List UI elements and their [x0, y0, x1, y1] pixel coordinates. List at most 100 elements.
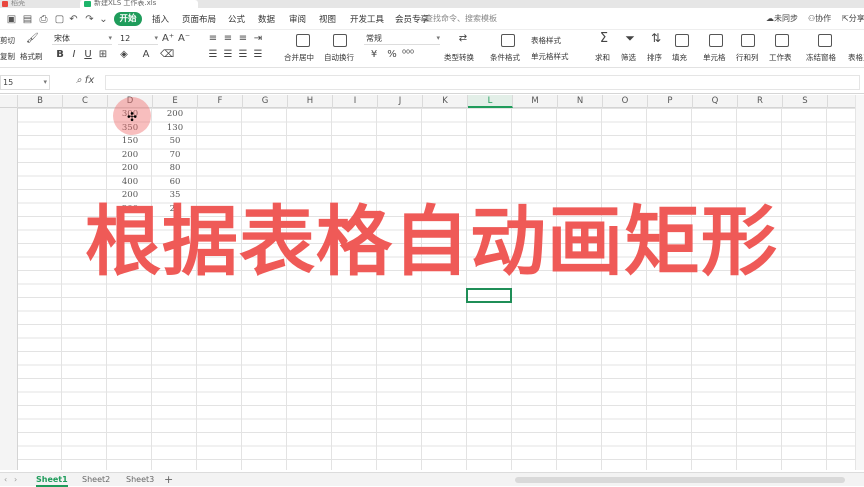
- row-col-button[interactable]: 行和列: [736, 52, 759, 63]
- nav-first-icon[interactable]: ‹: [4, 475, 7, 484]
- align-top-icon[interactable]: ≡: [207, 33, 219, 44]
- menu-data[interactable]: 数据: [258, 13, 275, 25]
- fill-button[interactable]: 填充: [672, 52, 687, 63]
- border-icon[interactable]: ⊞: [97, 49, 109, 60]
- align-center-icon[interactable]: ☰: [222, 49, 234, 60]
- clear-icon[interactable]: ⌫: [160, 49, 174, 60]
- cell-e-2[interactable]: 130: [153, 122, 197, 136]
- cell-button[interactable]: 单元格: [703, 52, 726, 63]
- add-sheet-icon[interactable]: +: [164, 473, 173, 486]
- indent-icon[interactable]: ⇥: [252, 33, 264, 44]
- thousands-icon[interactable]: ⁰⁰⁰: [402, 49, 414, 60]
- align-bottom-icon[interactable]: ≡: [237, 33, 249, 44]
- cell-d-6[interactable]: 400: [108, 176, 152, 190]
- cell-d-4[interactable]: 200: [108, 149, 152, 163]
- vertical-scrollbar[interactable]: [855, 95, 864, 470]
- table-tools-button[interactable]: 表格工具: [848, 52, 864, 63]
- cut-button[interactable]: 剪切: [0, 35, 15, 46]
- sort-button[interactable]: 排序: [647, 52, 662, 63]
- cell-d-3[interactable]: 150: [108, 135, 152, 149]
- font-increase-icon[interactable]: A⁺: [162, 33, 174, 44]
- menu-start[interactable]: 开始: [114, 12, 142, 26]
- align-middle-icon[interactable]: ≡: [222, 33, 234, 44]
- column-header-s[interactable]: S: [783, 95, 828, 108]
- font-name-select[interactable]: 宋体 ▾: [52, 33, 112, 45]
- font-size-select[interactable]: 12 ▾: [118, 33, 158, 45]
- column-header-c[interactable]: C: [63, 95, 108, 108]
- export-pdf-icon[interactable]: ▤: [22, 14, 33, 25]
- italic-icon[interactable]: I: [68, 49, 80, 60]
- column-header-h[interactable]: H: [288, 95, 333, 108]
- merge-center-button[interactable]: 合并居中: [284, 52, 314, 63]
- collab-button[interactable]: ⚇协作: [808, 13, 831, 24]
- format-painter-button[interactable]: 格式刷: [20, 51, 43, 62]
- number-format-select[interactable]: 常规 ▾: [364, 33, 440, 45]
- column-header-l[interactable]: L: [468, 95, 513, 108]
- column-header-r[interactable]: R: [738, 95, 783, 108]
- print-preview-icon[interactable]: ▢: [54, 14, 65, 25]
- table-style-button[interactable]: 表格样式: [531, 35, 561, 46]
- horizontal-scrollbar[interactable]: [515, 477, 845, 483]
- cell-e-6[interactable]: 60: [153, 176, 197, 190]
- formula-input[interactable]: [105, 75, 860, 90]
- share-button[interactable]: ⇱分享: [842, 13, 864, 24]
- worksheet-button[interactable]: 工作表: [769, 52, 792, 63]
- percent-icon[interactable]: %: [386, 49, 398, 60]
- column-header-q[interactable]: Q: [693, 95, 738, 108]
- column-header-n[interactable]: N: [558, 95, 603, 108]
- align-left-icon[interactable]: ☰: [207, 49, 219, 60]
- sheet-tab-2[interactable]: Sheet2: [82, 475, 110, 484]
- column-header-e[interactable]: E: [153, 95, 198, 108]
- menu-developer[interactable]: 开发工具: [350, 13, 384, 25]
- fill-color-icon[interactable]: ◈: [118, 49, 130, 60]
- save-icon[interactable]: ▣: [6, 14, 17, 25]
- cell-e-1[interactable]: 200: [153, 108, 197, 122]
- column-header-m[interactable]: M: [513, 95, 558, 108]
- align-right-icon[interactable]: ☰: [237, 49, 249, 60]
- font-decrease-icon[interactable]: A⁻: [178, 33, 190, 44]
- print-icon[interactable]: ⎙: [38, 14, 49, 25]
- redo-icon[interactable]: ↷: [84, 14, 95, 25]
- zoom-icon[interactable]: ⌕: [76, 75, 82, 86]
- column-header-f[interactable]: F: [198, 95, 243, 108]
- undo-icon[interactable]: ↶: [68, 14, 79, 25]
- column-header-o[interactable]: O: [603, 95, 648, 108]
- column-header-j[interactable]: J: [378, 95, 423, 108]
- menu-view[interactable]: 视图: [319, 13, 336, 25]
- underline-icon[interactable]: U: [82, 49, 94, 60]
- nav-last-icon[interactable]: ›: [14, 475, 17, 484]
- tab-workbook[interactable]: 新建XLS 工作表.xls: [80, 0, 198, 8]
- name-box[interactable]: 15 ▾: [0, 75, 50, 90]
- sheet-tab-3[interactable]: Sheet3: [126, 475, 154, 484]
- freeze-button[interactable]: 冻结窗格: [806, 52, 836, 63]
- column-header-p[interactable]: P: [648, 95, 693, 108]
- column-header-k[interactable]: K: [423, 95, 468, 108]
- sheet-tab-1[interactable]: Sheet1: [36, 475, 68, 487]
- column-header-b[interactable]: B: [18, 95, 63, 108]
- menu-review[interactable]: 审阅: [289, 13, 306, 25]
- cell-style-button[interactable]: 单元格样式: [531, 51, 569, 62]
- currency-icon[interactable]: ¥: [368, 49, 380, 60]
- font-color-icon[interactable]: A: [140, 49, 152, 60]
- type-convert-button[interactable]: 类型转换: [444, 52, 474, 63]
- menu-insert[interactable]: 插入: [152, 13, 169, 25]
- wrap-text-button[interactable]: 自动换行: [324, 52, 354, 63]
- copy-button[interactable]: 复制: [0, 51, 15, 62]
- cell-e-3[interactable]: 50: [153, 135, 197, 149]
- column-header-g[interactable]: G: [243, 95, 288, 108]
- menu-page-layout[interactable]: 页面布局: [182, 13, 216, 25]
- fx-icon[interactable]: fx: [85, 75, 94, 86]
- bold-icon[interactable]: B: [54, 49, 66, 60]
- cell-e-5[interactable]: 80: [153, 162, 197, 176]
- command-search[interactable]: ⌕ 查找命令、搜索模板: [418, 13, 497, 24]
- cell-e-4[interactable]: 70: [153, 149, 197, 163]
- sum-button[interactable]: 求和: [595, 52, 610, 63]
- filter-button[interactable]: 筛选: [621, 52, 636, 63]
- sync-status[interactable]: ☁未同步: [766, 13, 798, 24]
- conditional-format-button[interactable]: 条件格式: [490, 52, 520, 63]
- tab-docer[interactable]: 稻壳: [0, 0, 78, 8]
- column-header-i[interactable]: I: [333, 95, 378, 108]
- cell-d-5[interactable]: 200: [108, 162, 152, 176]
- justify-icon[interactable]: ☰: [252, 49, 264, 60]
- chevron-down-icon[interactable]: ⌄: [98, 14, 109, 25]
